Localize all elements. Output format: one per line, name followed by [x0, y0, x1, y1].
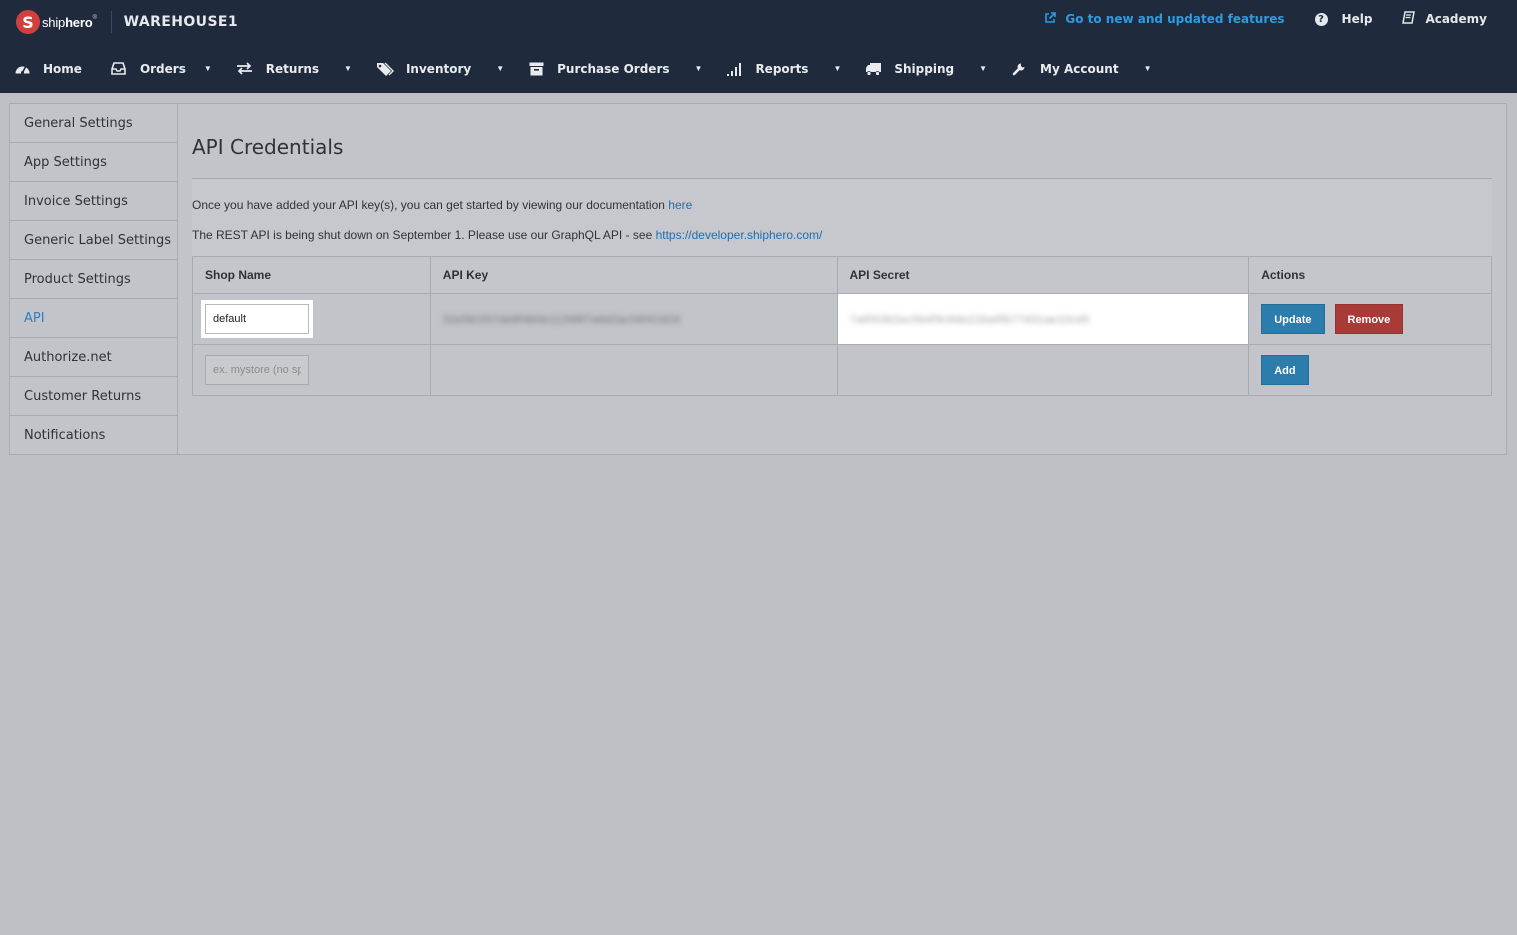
sidebar-item-product-settings[interactable]: Product Settings: [10, 260, 177, 299]
info-rest-line: The REST API is being shut down on Septe…: [192, 228, 822, 242]
add-button[interactable]: Add: [1261, 355, 1309, 385]
nav-shipping-label: Shipping: [894, 61, 955, 76]
api-secret-value: 7a6f43b2ec5b4f9c8de21ba6fb77d31ae10cd5: [849, 314, 1090, 326]
nav-reports[interactable]: Reports: [725, 44, 808, 93]
nav-my-account[interactable]: My Account: [1010, 44, 1119, 93]
nav-home-label: Home: [43, 61, 82, 76]
new-shop-name-cell: [192, 344, 431, 396]
api-secret-cell: 7a6f43b2ec5b4f9c8de21ba6fb77d31ae10cd5: [836, 293, 1250, 345]
nav-my-account-caret-icon[interactable]: ▼: [1144, 44, 1152, 93]
nav-home[interactable]: Home: [13, 44, 82, 93]
column-header-api-key: API Key: [429, 256, 838, 294]
remove-button[interactable]: Remove: [1334, 304, 1404, 334]
table-row: 32e5b1f07de8f4b0e11268f7a9d2ac06f4182d 7…: [192, 293, 1492, 345]
nav-purchase-orders-label: Purchase Orders: [557, 61, 670, 76]
question-circle-icon: ?: [1314, 12, 1328, 26]
sidebar-item-general-settings[interactable]: General Settings: [10, 104, 177, 143]
api-credentials-table: Shop Name API Key API Secret Actions 32e…: [192, 256, 1492, 396]
nav-orders-label: Orders: [139, 61, 186, 76]
info-box: Once you have added your API key(s), you…: [192, 179, 1492, 257]
column-header-api-secret: API Secret: [836, 256, 1250, 294]
top-bar: S shiphero® WAREHOUSE1 Go to new and upd…: [0, 0, 1517, 44]
sidebar-item-authorize-net[interactable]: Authorize.net: [10, 338, 177, 377]
info-rest-text: The REST API is being shut down on Septe…: [192, 228, 656, 242]
column-header-actions: Actions: [1248, 256, 1492, 294]
new-api-key-cell: [429, 344, 838, 396]
nav-returns-caret-icon[interactable]: ▼: [344, 44, 352, 93]
external-link-icon: [1044, 11, 1057, 27]
logo-text-bold: hero: [65, 14, 93, 30]
new-api-secret-cell: [836, 344, 1250, 396]
academy-link[interactable]: Academy: [1402, 11, 1487, 27]
settings-panel: General Settings App Settings Invoice Se…: [9, 103, 1507, 455]
nav-shipping-caret-icon[interactable]: ▼: [979, 44, 987, 93]
shop-name-input[interactable]: [205, 304, 309, 334]
nav-orders[interactable]: Orders: [110, 44, 186, 93]
api-key-cell: 32e5b1f07de8f4b0e11268f7a9d2ac06f4182d: [429, 293, 838, 345]
logo-text-light: ship: [42, 14, 66, 30]
logo-trademark: ®: [92, 14, 97, 21]
sidebar-item-api[interactable]: API: [10, 299, 177, 338]
sidebar-item-notifications[interactable]: Notifications: [10, 416, 177, 455]
sidebar-item-generic-label-settings[interactable]: Generic Label Settings: [10, 221, 177, 260]
new-features-link[interactable]: Go to new and updated features: [1044, 11, 1285, 27]
exchange-icon: [236, 62, 254, 75]
inbox-icon: [110, 62, 128, 75]
tags-icon: [376, 62, 394, 76]
warehouse-name[interactable]: WAREHOUSE1: [124, 14, 238, 30]
new-features-label: Go to new and updated features: [1065, 12, 1285, 26]
table-header-row: Shop Name API Key API Secret Actions: [192, 256, 1492, 294]
nav-reports-caret-icon[interactable]: ▼: [833, 44, 841, 93]
sidebar-item-app-settings[interactable]: App Settings: [10, 143, 177, 182]
sidebar-item-customer-returns[interactable]: Customer Returns: [10, 377, 177, 416]
shop-name-cell: [192, 293, 431, 345]
docs-here-link[interactable]: here: [668, 198, 692, 212]
shiphero-logo-icon: S: [16, 10, 40, 34]
nav-purchase-orders[interactable]: Purchase Orders: [527, 44, 670, 93]
academy-label: Academy: [1425, 12, 1487, 26]
main-nav: Home Orders ▼ Returns ▼ Inventory ▼ Purc…: [0, 44, 1517, 93]
info-docs-text: Once you have added your API key(s), you…: [192, 198, 669, 212]
nav-inventory[interactable]: Inventory: [376, 44, 471, 93]
top-right-links: Go to new and updated features ? Help Ac…: [1044, 0, 1487, 38]
book-icon: [1402, 11, 1416, 27]
dashboard-icon: [13, 62, 31, 75]
nav-shipping[interactable]: Shipping: [864, 44, 954, 93]
nav-purchase-orders-caret-icon[interactable]: ▼: [695, 44, 703, 93]
new-shop-name-input[interactable]: [205, 355, 309, 385]
info-docs-line: Once you have added your API key(s), you…: [192, 198, 692, 212]
actions-cell: Update Remove: [1248, 293, 1492, 345]
wrench-icon: [1010, 61, 1028, 76]
nav-reports-label: Reports: [755, 61, 809, 76]
nav-returns-label: Returns: [265, 61, 320, 76]
new-actions-cell: Add: [1248, 344, 1492, 396]
nav-inventory-caret-icon[interactable]: ▼: [496, 44, 504, 93]
nav-my-account-label: My Account: [1040, 61, 1119, 76]
nav-returns[interactable]: Returns: [236, 44, 319, 93]
sidebar-item-invoice-settings[interactable]: Invoice Settings: [10, 182, 177, 221]
settings-sidebar: General Settings App Settings Invoice Se…: [10, 104, 178, 454]
graphql-docs-link[interactable]: https://developer.shiphero.com/: [656, 228, 823, 242]
truck-icon: [864, 62, 882, 76]
update-button[interactable]: Update: [1261, 304, 1325, 334]
column-header-shop-name: Shop Name: [192, 256, 431, 294]
shiphero-logo[interactable]: S shiphero®: [16, 0, 97, 44]
table-row-new: Add: [192, 344, 1492, 396]
api-key-value: 32e5b1f07de8f4b0e11268f7a9d2ac06f4182d: [442, 314, 681, 326]
nav-inventory-label: Inventory: [405, 61, 472, 76]
nav-orders-caret-icon[interactable]: ▼: [204, 44, 212, 93]
archive-icon: [527, 62, 545, 76]
page-title: API Credentials: [192, 135, 344, 159]
help-link[interactable]: ? Help: [1314, 12, 1373, 26]
signal-bars-icon: [725, 62, 743, 76]
help-label: Help: [1341, 12, 1373, 26]
header-divider: [110, 11, 112, 33]
